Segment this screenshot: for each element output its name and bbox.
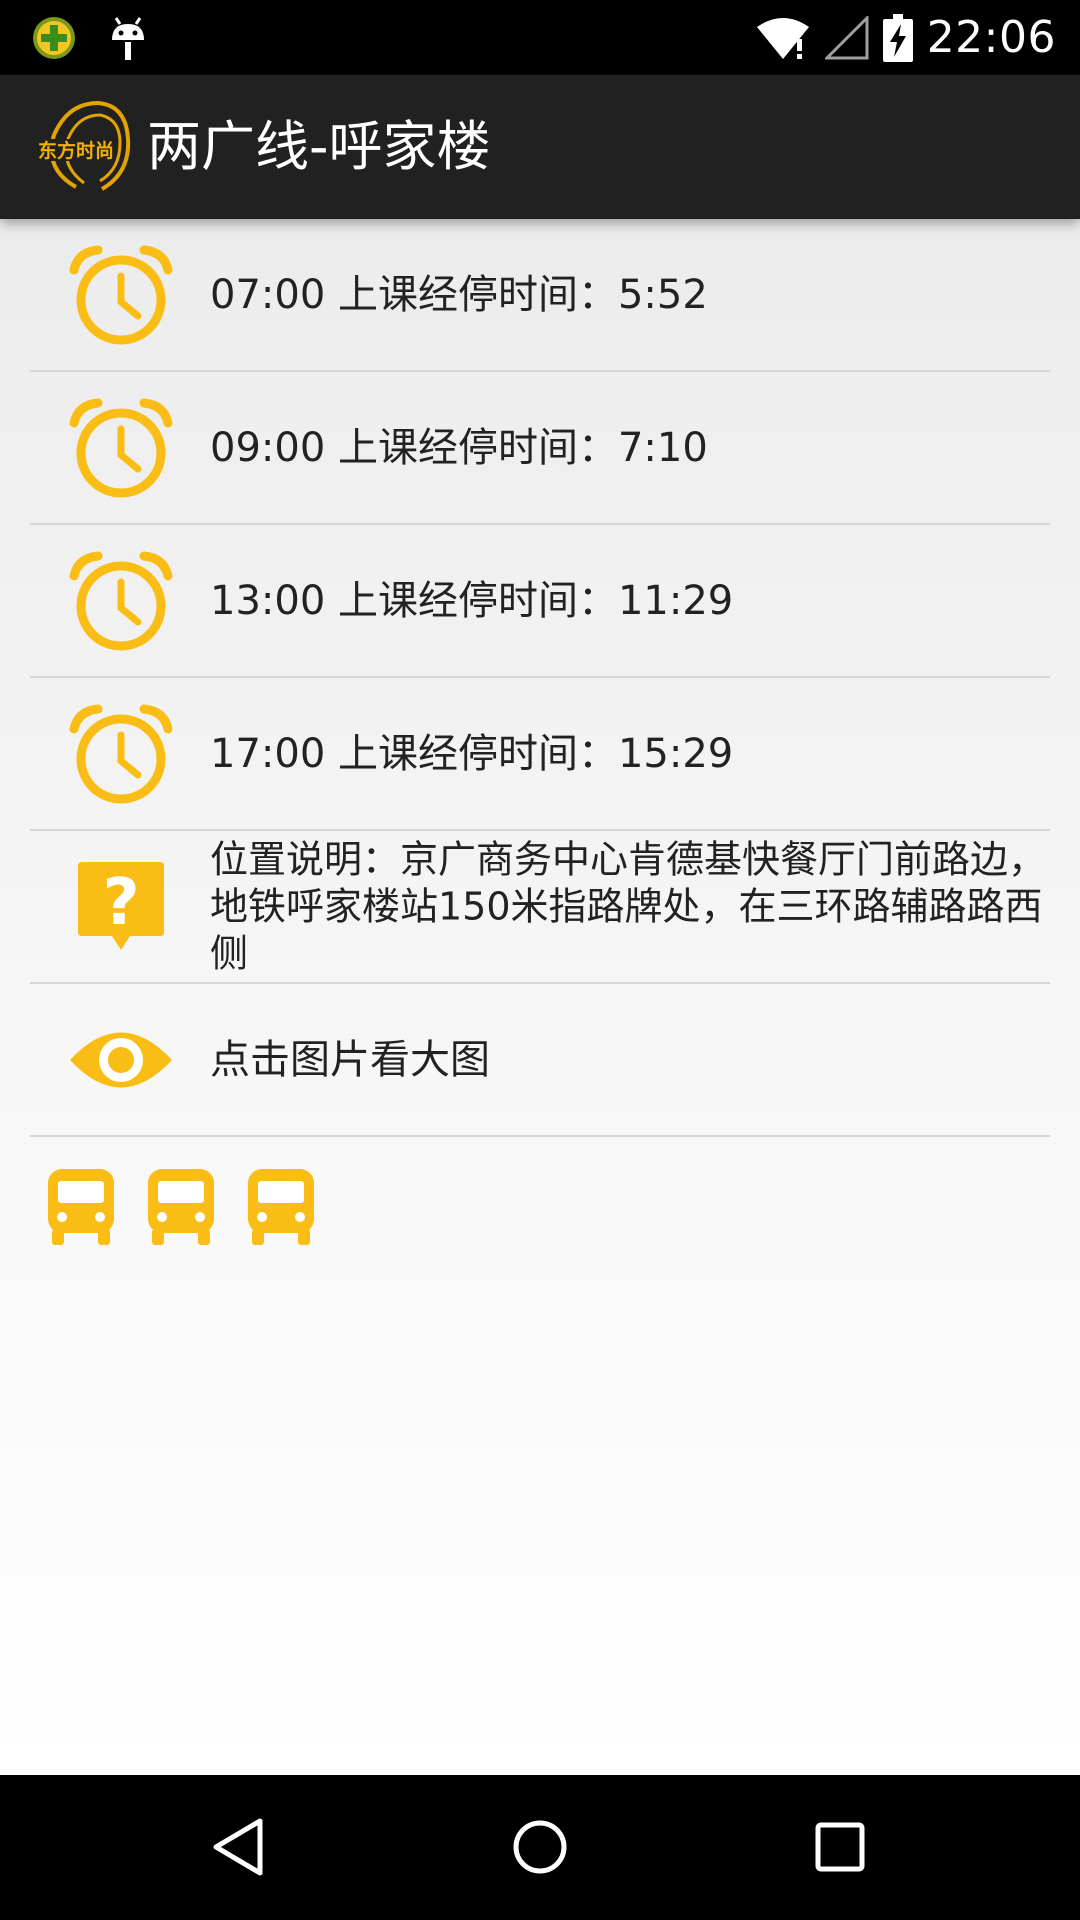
wifi-icon <box>756 17 809 59</box>
home-icon[interactable] <box>508 1815 572 1879</box>
schedule-time-text: 17:00 上课经停时间：15:29 <box>210 730 734 777</box>
schedule-row[interactable]: 17:00 上课经停时间：15:29 <box>30 678 1050 831</box>
signal-icon <box>824 15 869 59</box>
view-image-text: 点击图片看大图 <box>210 1036 490 1083</box>
app-logo[interactable]: 东方时尚 <box>36 99 136 195</box>
svg-text:?: ? <box>102 866 139 940</box>
bus-icon[interactable] <box>46 1167 116 1247</box>
schedule-time-text: 07:00 上课经停时间：5:52 <box>210 271 708 318</box>
question-bubble-icon: ? <box>78 861 164 950</box>
bus-icon[interactable] <box>246 1167 316 1247</box>
schedule-time-text: 13:00 上课经停时间：11:29 <box>210 577 734 624</box>
bus-image-strip <box>46 1167 316 1247</box>
android-icon <box>112 17 144 60</box>
alarm-clock-icon <box>69 398 173 497</box>
location-row[interactable]: ? 位置说明：京广商务中心肯德基快餐厅门前路边，地铁呼家楼站150米指路牌处，在… <box>30 831 1050 984</box>
navigation-bar <box>0 1775 1080 1920</box>
location-description: 位置说明：京广商务中心肯德基快餐厅门前路边，地铁呼家楼站150米指路牌处，在三环… <box>210 837 1047 975</box>
recents-icon[interactable] <box>808 1815 872 1879</box>
schedule-list: 07:00 上课经停时间：5:52 09:00 上课经停时间：7:10 13:0… <box>30 219 1050 1137</box>
schedule-time-text: 09:00 上课经停时间：7:10 <box>210 424 708 471</box>
schedule-row[interactable]: 07:00 上课经停时间：5:52 <box>30 219 1050 372</box>
alarm-clock-icon <box>69 551 173 650</box>
content-area: 07:00 上课经停时间：5:52 09:00 上课经停时间：7:10 13:0… <box>0 219 1080 1775</box>
back-icon[interactable] <box>208 1815 272 1879</box>
status-bar: 22:06 <box>0 0 1080 75</box>
bus-icon[interactable] <box>146 1167 216 1247</box>
alarm-clock-icon <box>69 704 173 803</box>
status-time: 22:06 <box>926 12 1056 63</box>
svg-text:东方时尚: 东方时尚 <box>38 139 114 162</box>
page-title: 两广线-呼家楼 <box>147 115 491 178</box>
eye-icon <box>70 1032 172 1087</box>
schedule-row[interactable]: 13:00 上课经停时间：11:29 <box>30 525 1050 678</box>
plus-circle-icon <box>33 17 75 59</box>
battery-charging-icon <box>882 13 913 62</box>
alarm-clock-icon <box>69 245 173 344</box>
action-bar: 东方时尚 两广线-呼家楼 <box>0 75 1080 219</box>
view-image-row[interactable]: 点击图片看大图 <box>30 984 1050 1137</box>
schedule-row[interactable]: 09:00 上课经停时间：7:10 <box>30 372 1050 525</box>
